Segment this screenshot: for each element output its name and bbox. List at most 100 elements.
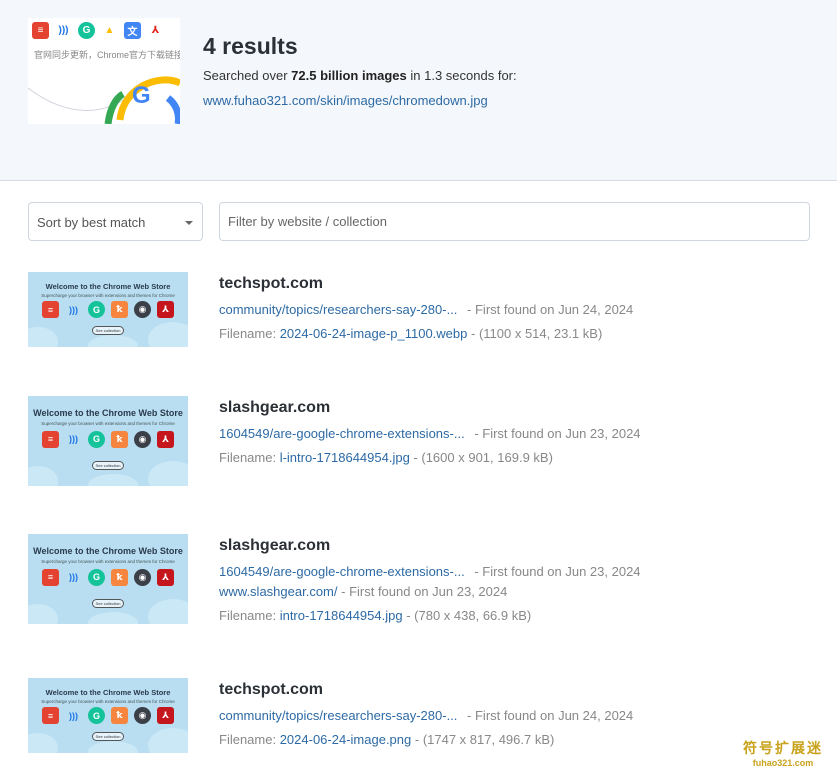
thumb-cloud: [28, 327, 58, 347]
thumb-title: Welcome to the Chrome Web Store: [33, 408, 183, 418]
filename-link[interactable]: intro-1718644954.jpg: [280, 608, 403, 623]
image-dimensions: (1747 x 817, 496.7 kB): [422, 732, 555, 747]
kami-icon: ꝁ: [111, 301, 128, 318]
result-site[interactable]: slashgear.com: [219, 537, 330, 555]
separator: -: [470, 426, 483, 441]
query-image-thumbnail[interactable]: ≡ ))) G ▲ 文 ⅄ 官网同步更新，Chrome官方下载链接 G: [28, 18, 180, 124]
results-count: 4 results: [203, 33, 298, 59]
google-drive-icon: ▲: [101, 22, 118, 39]
backlink-url[interactable]: 1604549/are-google-chrome-extensions-...: [219, 426, 465, 441]
watermark-text: 符号扩展迷: [743, 740, 823, 756]
thumb-title: Welcome to the Chrome Web Store: [45, 282, 171, 291]
camera-icon: ◉: [134, 568, 151, 586]
result-thumbnail[interactable]: Welcome to the Chrome Web Store Superchar…: [28, 272, 188, 347]
thumb-title: Welcome to the Chrome Web Store: [33, 546, 183, 556]
search-stats-count: 72.5 billion images: [291, 68, 407, 83]
pdf-icon: ⅄: [157, 707, 174, 724]
backlink-url[interactable]: community/topics/researchers-say-280-...: [219, 302, 457, 317]
thumb-see-collection: See collection: [92, 460, 124, 470]
backlink-url[interactable]: www.slashgear.com/: [219, 584, 338, 599]
thumb-cloud: [28, 733, 58, 753]
sort-dropdown[interactable]: Sort by best match: [28, 202, 203, 241]
kami-icon: ꝁ: [111, 568, 128, 586]
translate-icon: 文: [124, 22, 141, 39]
result-filename-line: Filename: l-intro-1718644954.jpg - (1600…: [219, 450, 553, 465]
thumb-icons: ≡))) Gꝁ ◉ ⅄: [28, 301, 188, 318]
filter-input[interactable]: [219, 202, 810, 241]
search-stats: Searched over 72.5 billion images in 1.3…: [203, 68, 517, 83]
grammarly-icon: G: [88, 301, 105, 318]
separator: -: [463, 708, 475, 723]
result-filename-line: Filename: intro-1718644954.jpg - (780 x …: [219, 608, 531, 623]
result-thumbnail[interactable]: Welcome to the Chrome Web Store Superchar…: [28, 678, 188, 753]
wireless-icon: ))): [69, 710, 78, 721]
caret-down-icon: [185, 221, 193, 225]
filename-link[interactable]: l-intro-1718644954.jpg: [280, 450, 410, 465]
thumb-see-collection: See collection: [92, 598, 124, 608]
result-backlink: 1604549/are-google-chrome-extensions-...…: [219, 564, 641, 579]
pdf-icon: ⅄: [147, 22, 164, 39]
thumb-cloud: [88, 612, 138, 624]
sort-dropdown-label: Sort by best match: [37, 215, 146, 230]
separator: -: [411, 732, 423, 747]
thumb-cloud: [148, 599, 188, 624]
result-thumbnail[interactable]: Welcome to the Chrome Web Store Superchar…: [28, 534, 188, 624]
filename-link[interactable]: 2024-06-24-image-p_1100.webp: [280, 326, 468, 341]
grammarly-icon: G: [78, 22, 95, 39]
query-image-url[interactable]: www.fuhao321.com/skin/images/chromedown.…: [203, 93, 488, 108]
result-backlink: 1604549/are-google-chrome-extensions-...…: [219, 426, 641, 441]
todoist-icon: ≡: [32, 22, 49, 39]
first-found-date: First found on Jun 23, 2024: [349, 584, 508, 599]
first-found-date: First found on Jun 23, 2024: [482, 564, 641, 579]
pdf-icon: ⅄: [157, 568, 174, 586]
backlink-url[interactable]: 1604549/are-google-chrome-extensions-...: [219, 564, 465, 579]
wireless-icon: ))): [69, 572, 78, 583]
pdf-icon: ⅄: [157, 301, 174, 318]
thumb-cloud: [148, 728, 188, 753]
camera-icon: ◉: [134, 707, 151, 724]
image-dimensions: (1100 x 514, 23.1 kB): [478, 326, 603, 341]
todoist-icon: ≡: [42, 707, 59, 724]
query-thumb-icons: ≡ ))) G ▲ 文 ⅄: [32, 22, 164, 39]
separator: -: [470, 564, 483, 579]
camera-icon: ◉: [134, 430, 151, 448]
thumb-icons: ≡))) Gꝁ ◉ ⅄: [28, 707, 188, 724]
result-site[interactable]: techspot.com: [219, 275, 323, 293]
thumb-see-collection: See collection: [92, 732, 124, 741]
filename-link[interactable]: 2024-06-24-image.png: [280, 732, 412, 747]
thumb-icons: ≡))) Gꝁ ◉ ⅄: [28, 430, 188, 448]
first-found-date: First found on Jun 24, 2024: [474, 708, 634, 723]
thumb-see-collection: See collection: [92, 326, 124, 335]
search-stats-suffix: in 1.3 seconds for:: [406, 68, 517, 83]
wireless-icon: ))): [69, 304, 78, 315]
thumb-subtitle: Supercharge your browser with extensions…: [41, 699, 175, 704]
result-site[interactable]: techspot.com: [219, 681, 323, 699]
google-g-icon: G: [132, 82, 151, 109]
thumb-cloud: [148, 461, 188, 486]
thumb-cloud: [88, 474, 138, 486]
wireless-icon: ))): [69, 434, 78, 445]
result-thumbnail[interactable]: Welcome to the Chrome Web Store Superchar…: [28, 396, 188, 486]
camera-icon: ◉: [134, 301, 151, 318]
watermark-logo: 符号扩展迷 fuhao321.com: [735, 738, 831, 768]
image-dimensions: (1600 x 901, 169.9 kB): [421, 450, 553, 465]
query-thumb-swoosh: [28, 76, 180, 124]
todoist-icon: ≡: [42, 301, 59, 318]
search-summary-header: ≡ ))) G ▲ 文 ⅄ 官网同步更新，Chrome官方下载链接 G 4 re…: [0, 0, 837, 181]
image-dimensions: (780 x 438, 66.9 kB): [414, 608, 532, 623]
result-site[interactable]: slashgear.com: [219, 399, 330, 417]
filename-label: Filename:: [219, 608, 280, 623]
thumb-cloud: [28, 604, 58, 624]
kami-icon: ꝁ: [111, 430, 128, 448]
separator: -: [463, 302, 475, 317]
backlink-url[interactable]: community/topics/researchers-say-280-...: [219, 708, 457, 723]
thumb-subtitle: Supercharge your browser with extensions…: [41, 421, 175, 427]
grammarly-icon: G: [88, 707, 105, 724]
thumb-icons: ≡))) Gꝁ ◉ ⅄: [28, 568, 188, 586]
thumb-subtitle: Supercharge your browser with extensions…: [41, 559, 175, 565]
separator: -: [337, 584, 350, 599]
result-filename-line: Filename: 2024-06-24-image.png - (1747 x…: [219, 732, 554, 747]
wireless-icon: ))): [55, 22, 72, 39]
result-backlink: community/topics/researchers-say-280-...…: [219, 708, 633, 723]
first-found-date: First found on Jun 24, 2024: [474, 302, 634, 317]
